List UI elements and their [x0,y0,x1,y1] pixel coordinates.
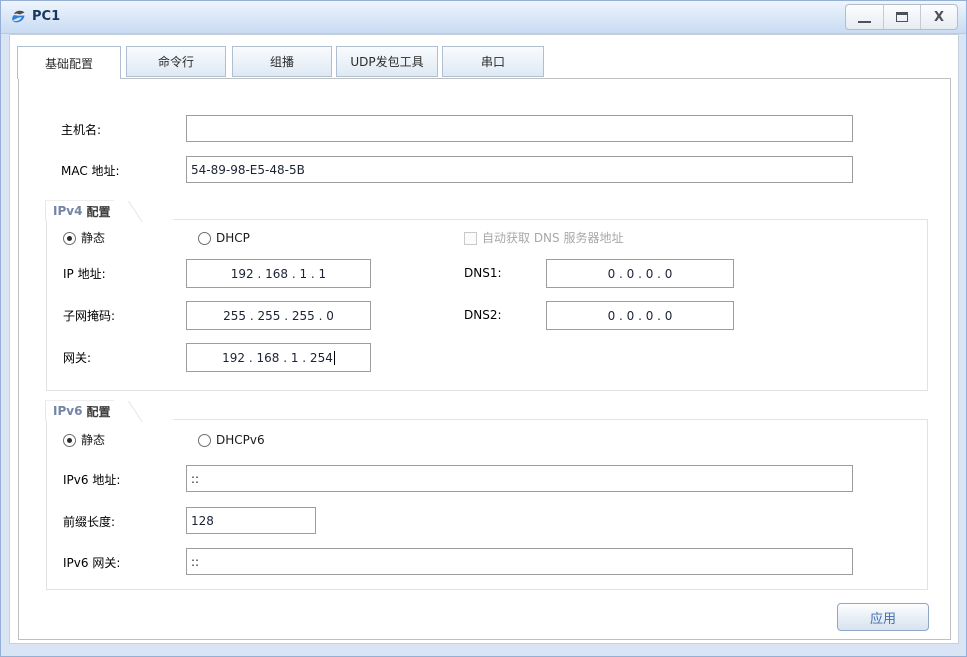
gateway-label: 网关: [63,343,91,371]
apply-button[interactable]: 应用 [837,603,929,631]
ensp-logo-icon [9,8,28,27]
dns1-value: 0 . 0 . 0 . 0 [608,267,673,281]
ipv6-gateway-input[interactable] [186,548,853,575]
minimize-button[interactable] [846,5,883,29]
tab-basic-config[interactable]: 基础配置 [17,46,121,79]
mac-address-label: MAC 地址: [61,156,120,184]
auto-dns-checkbox [464,232,477,245]
tab-udp-tool[interactable]: UDP发包工具 [336,46,438,77]
text-cursor [334,351,335,365]
hostname-input[interactable] [186,115,853,142]
ipv6-group-title-cn: 配置 [86,403,110,420]
window-title: PC1 [32,9,60,24]
hostname-label: 主机名: [61,115,101,143]
prefix-length-label: 前缀长度: [63,507,115,535]
ipv4-dhcp-label: DHCP [216,232,250,245]
tab-label: UDP发包工具 [350,53,423,70]
maximize-button[interactable] [883,5,920,29]
close-button[interactable]: X [920,5,957,29]
auto-dns-label: 自动获取 DNS 服务器地址 [482,232,623,245]
tab-label: 命令行 [158,53,194,70]
maximize-icon [896,12,908,22]
prefix-length-input[interactable] [186,507,316,534]
subnet-mask-input[interactable]: 255 . 255 . 255 . 0 [186,301,371,330]
ipv6-static-radio[interactable] [63,434,76,447]
ipv6-dhcpv6-label: DHCPv6 [216,434,265,447]
ipv6-address-label: IPv6 地址: [63,465,120,493]
ipv4-dhcp-radio[interactable] [198,232,211,245]
mac-address-input[interactable] [186,156,853,183]
tab-multicast[interactable]: 组播 [232,46,332,77]
ipv6-group-title: IPv6 配置 [45,400,114,421]
ipv6-group-title-en: IPv6 [53,404,82,418]
pc-config-window: PC1 X 基础配置 命令行 组播 UDP发包工具 串口 主机名: MA [0,0,967,657]
dns2-value: 0 . 0 . 0 . 0 [608,309,673,323]
minimize-icon [858,21,871,23]
tab-label: 组播 [270,53,294,70]
ip-address-label: IP 地址: [63,259,106,287]
gateway-input[interactable]: 192 . 168 . 1 . 254 [186,343,371,372]
tab-command-line[interactable]: 命令行 [126,46,226,77]
dns1-input[interactable]: 0 . 0 . 0 . 0 [546,259,734,288]
window-controls: X [845,4,958,30]
ipv6-static-label: 静态 [81,434,105,447]
close-icon: X [934,11,944,24]
ipv6-address-input[interactable] [186,465,853,492]
ipv4-group-title-cn: 配置 [86,203,110,220]
ipv4-group-title-en: IPv4 [53,204,82,218]
ipv6-dhcpv6-radio[interactable] [198,434,211,447]
dns2-input[interactable]: 0 . 0 . 0 . 0 [546,301,734,330]
ipv4-static-label: 静态 [81,232,105,245]
ip-address-input[interactable]: 192 . 168 . 1 . 1 [186,259,371,288]
tab-label: 基础配置 [45,55,93,72]
dns2-label: DNS2: [464,301,502,329]
dns1-label: DNS1: [464,259,502,287]
ipv6-gateway-label: IPv6 网关: [63,548,120,576]
ipv4-static-radio[interactable] [63,232,76,245]
tab-serial-port[interactable]: 串口 [442,46,544,77]
subnet-mask-value: 255 . 255 . 255 . 0 [223,309,334,323]
subnet-mask-label: 子网掩码: [63,301,115,329]
gateway-value: 192 . 168 . 1 . 254 [222,351,333,365]
titlebar[interactable]: PC1 X [1,1,966,34]
tab-label: 串口 [481,53,505,70]
ipv4-group-title: IPv4 配置 [45,200,114,221]
ip-address-value: 192 . 168 . 1 . 1 [231,267,326,281]
apply-button-label: 应用 [870,608,896,627]
